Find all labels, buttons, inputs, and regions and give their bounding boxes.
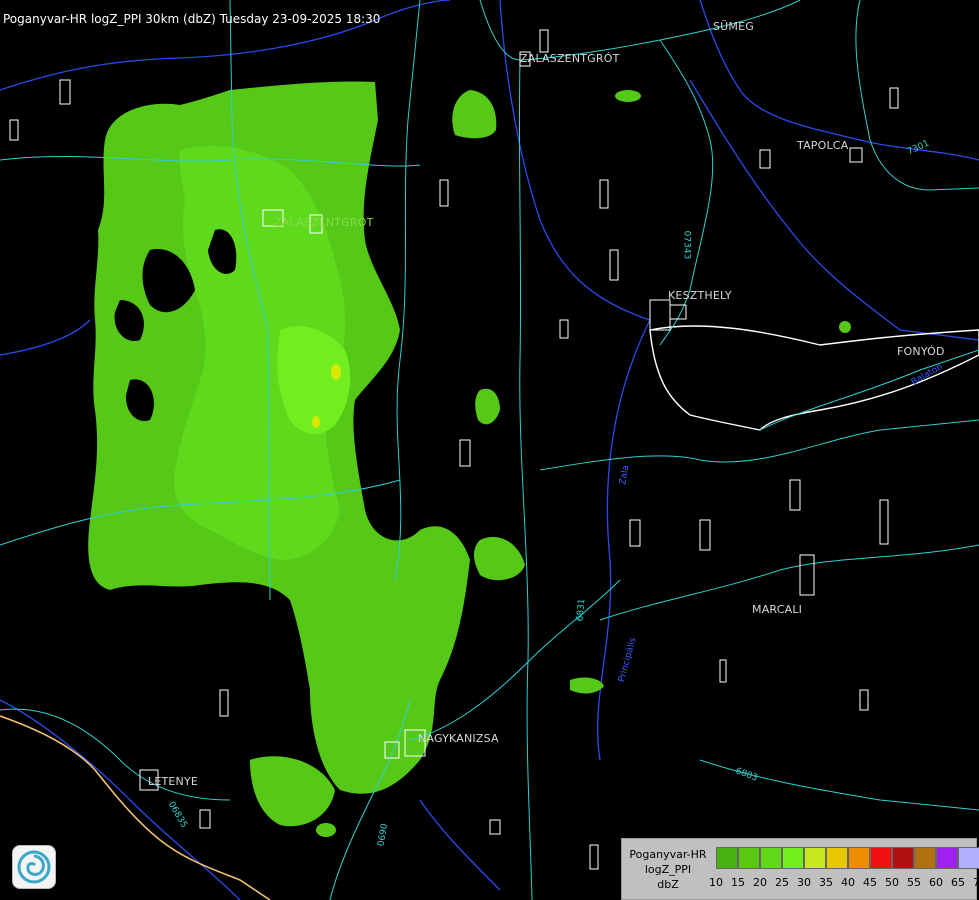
place-keszthely: KESZTHELY (668, 289, 732, 302)
legend-tick-30: 30 (797, 876, 811, 889)
legend-color-bar (716, 847, 979, 869)
legend-title-line-3: dbZ (657, 878, 679, 891)
legend-swatch-45 (870, 847, 892, 869)
legend-tick-35: 35 (819, 876, 833, 889)
legend-panel: Poganyvar-HR logZ_PPI dbZ 10 15 20 25 30 35 40… (621, 838, 979, 900)
legend-tick-65: 65 (951, 876, 965, 889)
legend-swatch-30 (804, 847, 826, 869)
legend-tick-20: 20 (753, 876, 767, 889)
legend-tick-50: 50 (885, 876, 899, 889)
legend-swatch-60 (936, 847, 958, 869)
place-fonyod: FONYÓD (897, 345, 945, 358)
legend-tick-10: 10 (709, 876, 723, 889)
legend-swatch-25 (782, 847, 804, 869)
place-marcali: MARCALI (752, 603, 803, 616)
legend-tick-25: 25 (775, 876, 789, 889)
place-letenye: LETENYE (148, 775, 199, 788)
legend-title-line-1: Poganyvar-HR (629, 848, 707, 861)
swirl-logo-icon (17, 850, 51, 884)
agency-logo (12, 845, 56, 889)
legend-swatch-40 (848, 847, 870, 869)
legend-swatch-10 (716, 847, 738, 869)
legend-swatch-15 (738, 847, 760, 869)
place-zalaszentgrot-2: ZALASZENTGRÓT (274, 216, 374, 229)
road-label-6831: 6831 (575, 598, 588, 622)
legend-swatch-20 (760, 847, 782, 869)
legend-tick-40: 40 (841, 876, 855, 889)
place-tapolca: TAPOLCA (797, 139, 849, 152)
legend-tick-60: 60 (929, 876, 943, 889)
legend-title-line-2: logZ_PPI (644, 863, 692, 876)
place-nagykanizsa: NAGYKANIZSA (418, 732, 499, 745)
legend-swatch-35 (826, 847, 848, 869)
legend-tick-55: 55 (907, 876, 921, 889)
legend-tick-15: 15 (731, 876, 745, 889)
legend-tick-45: 45 (863, 876, 877, 889)
place-zalaszentgrot: ZALASZENTGRÓT (520, 52, 620, 65)
legend-swatch-65 (958, 847, 979, 869)
place-sumeg: SÜMEG (713, 20, 754, 33)
road-label-07343: 07343 (681, 230, 692, 260)
radar-map (0, 0, 979, 900)
legend-swatch-55 (914, 847, 936, 869)
radar-title: Poganyvar-HR logZ_PPI 30km (dbZ) Tuesday… (3, 12, 381, 26)
legend-title: Poganyvar-HR logZ_PPI dbZ (626, 847, 710, 892)
legend-swatch-50 (892, 847, 914, 869)
legend-tick-70: 70 (973, 876, 979, 889)
